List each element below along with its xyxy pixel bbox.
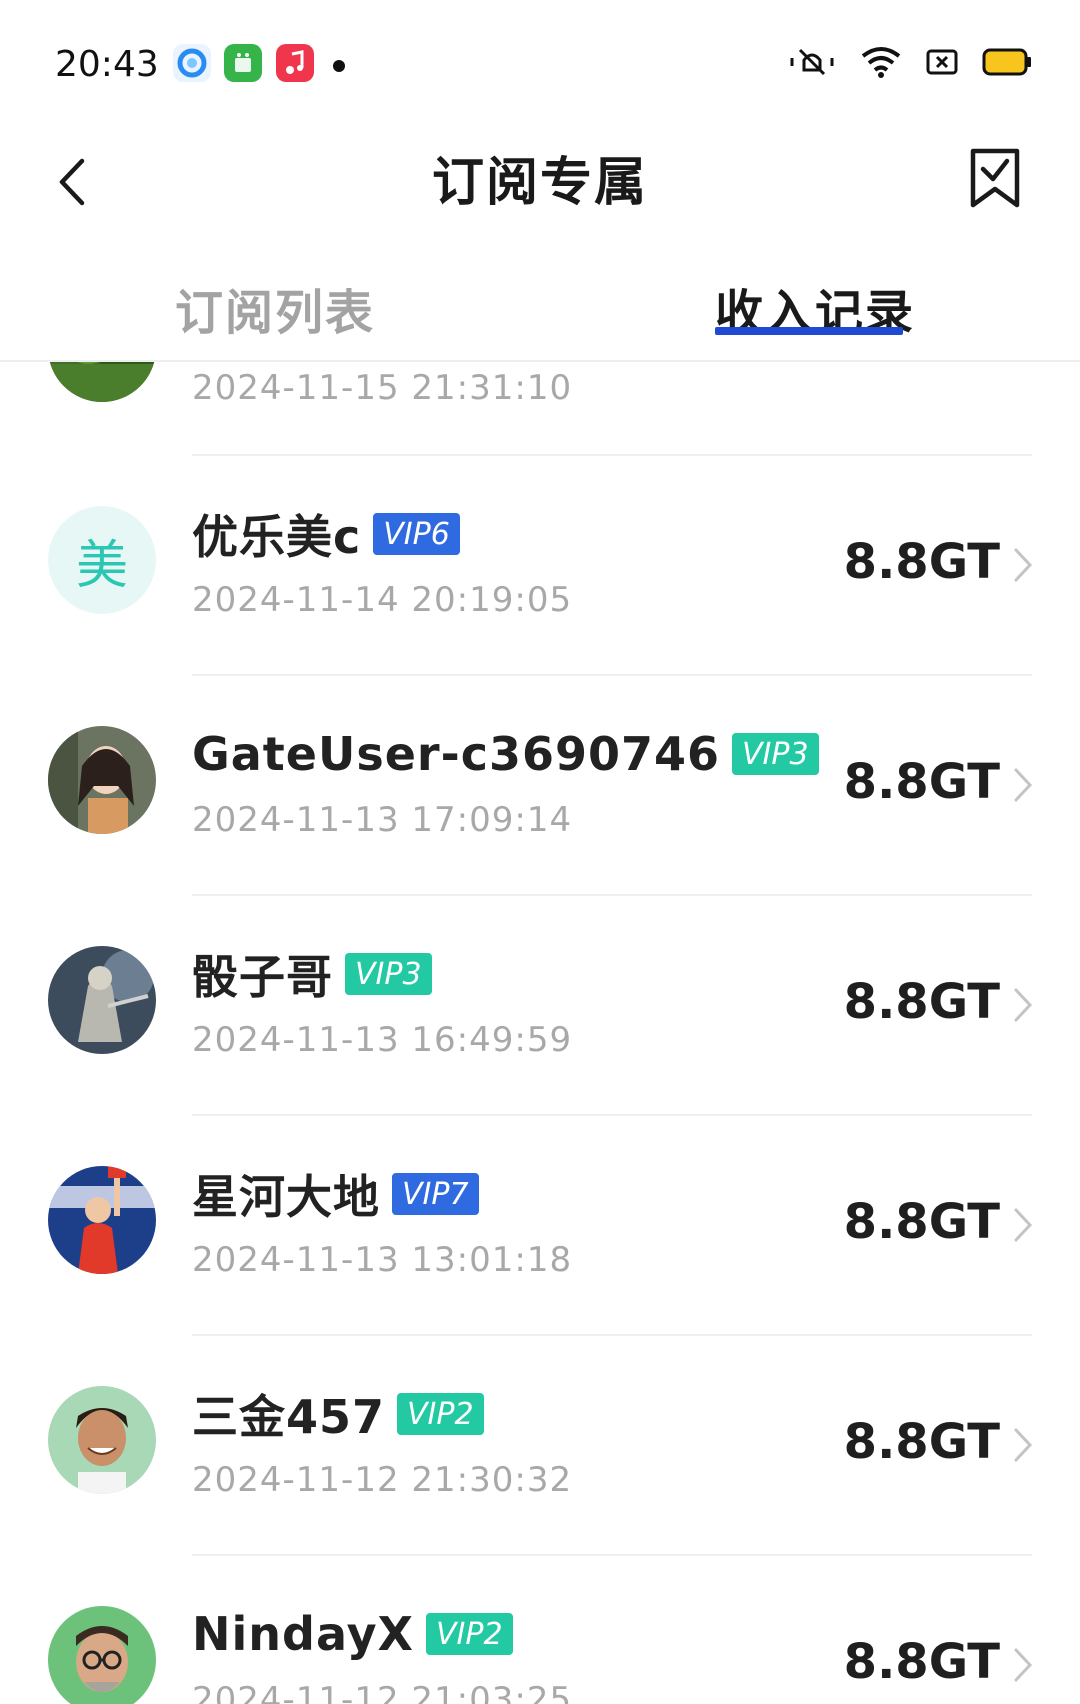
vip-badge: VIP2 [426, 1613, 513, 1655]
record-date: 2024-11-13 16:49:59 [192, 1020, 573, 1060]
list-item[interactable]: 2024-11-15 21:31:10 [0, 362, 1080, 462]
record-amount: 8.8GT [843, 754, 1000, 810]
notification-dot [333, 60, 345, 72]
record-date: 2024-11-15 21:31:10 [192, 368, 573, 408]
user-name: GateUser-c3690746 [192, 727, 721, 781]
athlete-photo-avatar [48, 1166, 156, 1274]
tab-bar: 订阅列表 收入记录 [0, 245, 1080, 362]
glasses-man-avatar [48, 1606, 156, 1704]
user-name: NindayX [192, 1607, 415, 1661]
wifi-icon [860, 44, 902, 84]
list-item[interactable]: NindayX VIP2 2024-11-12 21:03:25 8.8GT [0, 1554, 1080, 1704]
woman-photo-avatar [48, 726, 156, 834]
vip-badge: VIP3 [345, 953, 432, 995]
divider [192, 674, 1032, 676]
user-line: 优乐美c VIP6 [192, 504, 460, 564]
user-line: GateUser-c3690746 VIP3 [192, 724, 819, 784]
user-name: 骰子哥 [192, 950, 333, 1004]
user-name: 星河大地 [192, 1170, 380, 1224]
chevron-right-icon [1014, 1428, 1033, 1462]
browser-app-icon [173, 44, 211, 82]
record-amount: 8.8GT [843, 974, 1000, 1030]
avatar [48, 946, 156, 1054]
user-name: 优乐美c [192, 510, 362, 564]
vip-badge: VIP7 [392, 1173, 479, 1215]
vip-badge: VIP6 [373, 513, 460, 555]
chevron-right-icon [1014, 548, 1033, 582]
mute-icon [788, 44, 836, 84]
avatar-initial: 美 [48, 506, 156, 614]
income-record-list[interactable]: 2024-11-15 21:31:10 美 优乐美c VIP6 2024-11-… [0, 362, 1080, 1704]
tab-subscription-list[interactable]: 订阅列表 [175, 273, 375, 343]
divider [192, 454, 1032, 456]
bookmark-check-icon [970, 148, 1020, 208]
record-date: 2024-11-13 13:01:18 [192, 1240, 573, 1280]
status-icons [788, 42, 1032, 86]
record-date: 2024-11-12 21:03:25 [192, 1680, 573, 1704]
page-title: 订阅专属 [431, 153, 648, 213]
chevron-right-icon [1014, 768, 1033, 802]
avatar [48, 1166, 156, 1274]
record-amount: 8.8GT [843, 1194, 1000, 1250]
record-amount: 8.8GT [843, 1634, 1000, 1690]
status-bar: 20:43 [0, 0, 1080, 130]
list-item[interactable]: GateUser-c3690746 VIP3 2024-11-13 17:09:… [0, 674, 1080, 894]
divider [192, 1114, 1032, 1116]
divider [192, 1334, 1032, 1336]
list-item[interactable]: 骰子哥 VIP3 2024-11-13 16:49:59 8.8GT [0, 894, 1080, 1114]
divider [192, 1554, 1032, 1556]
status-time: 20:43 [55, 44, 159, 85]
user-line: 骰子哥 VIP3 [192, 944, 432, 1004]
record-date: 2024-11-14 20:19:05 [192, 580, 573, 620]
record-date: 2024-11-13 17:09:14 [192, 800, 573, 840]
user-line: NindayX VIP2 [192, 1604, 513, 1664]
chevron-right-icon [1014, 1648, 1033, 1682]
nature-avatar-image [48, 362, 156, 402]
chevron-right-icon [1014, 1208, 1033, 1242]
bookmark-button[interactable] [960, 138, 1030, 218]
list-item[interactable]: 美 优乐美c VIP6 2024-11-14 20:19:05 8.8GT [0, 454, 1080, 674]
record-amount: 8.8GT [843, 1414, 1000, 1470]
list-item[interactable]: 三金457 VIP2 2024-11-12 21:30:32 8.8GT [0, 1334, 1080, 1554]
avatar [48, 1606, 156, 1704]
user-line: 三金457 VIP2 [192, 1384, 484, 1444]
smiling-man-avatar [48, 1386, 156, 1494]
avatar: 美 [48, 506, 156, 614]
android-app-icon [224, 44, 262, 82]
avatar [48, 726, 156, 834]
list-item[interactable]: 星河大地 VIP7 2024-11-13 13:01:18 8.8GT [0, 1114, 1080, 1334]
record-amount: 8.8GT [843, 534, 1000, 590]
sim-icon [926, 49, 958, 79]
vip-badge: VIP2 [397, 1393, 484, 1435]
active-tab-indicator [715, 327, 903, 335]
chevron-right-icon [1014, 988, 1033, 1022]
avatar [48, 1386, 156, 1494]
nav-bar: 订阅专属 [0, 130, 1080, 245]
knight-art-avatar [48, 946, 156, 1054]
record-date: 2024-11-12 21:30:32 [192, 1460, 573, 1500]
music-app-icon [276, 44, 314, 82]
avatar [48, 362, 156, 402]
divider [192, 894, 1032, 896]
user-line: 星河大地 VIP7 [192, 1164, 479, 1224]
battery-icon [982, 47, 1032, 81]
user-name: 三金457 [192, 1390, 386, 1444]
